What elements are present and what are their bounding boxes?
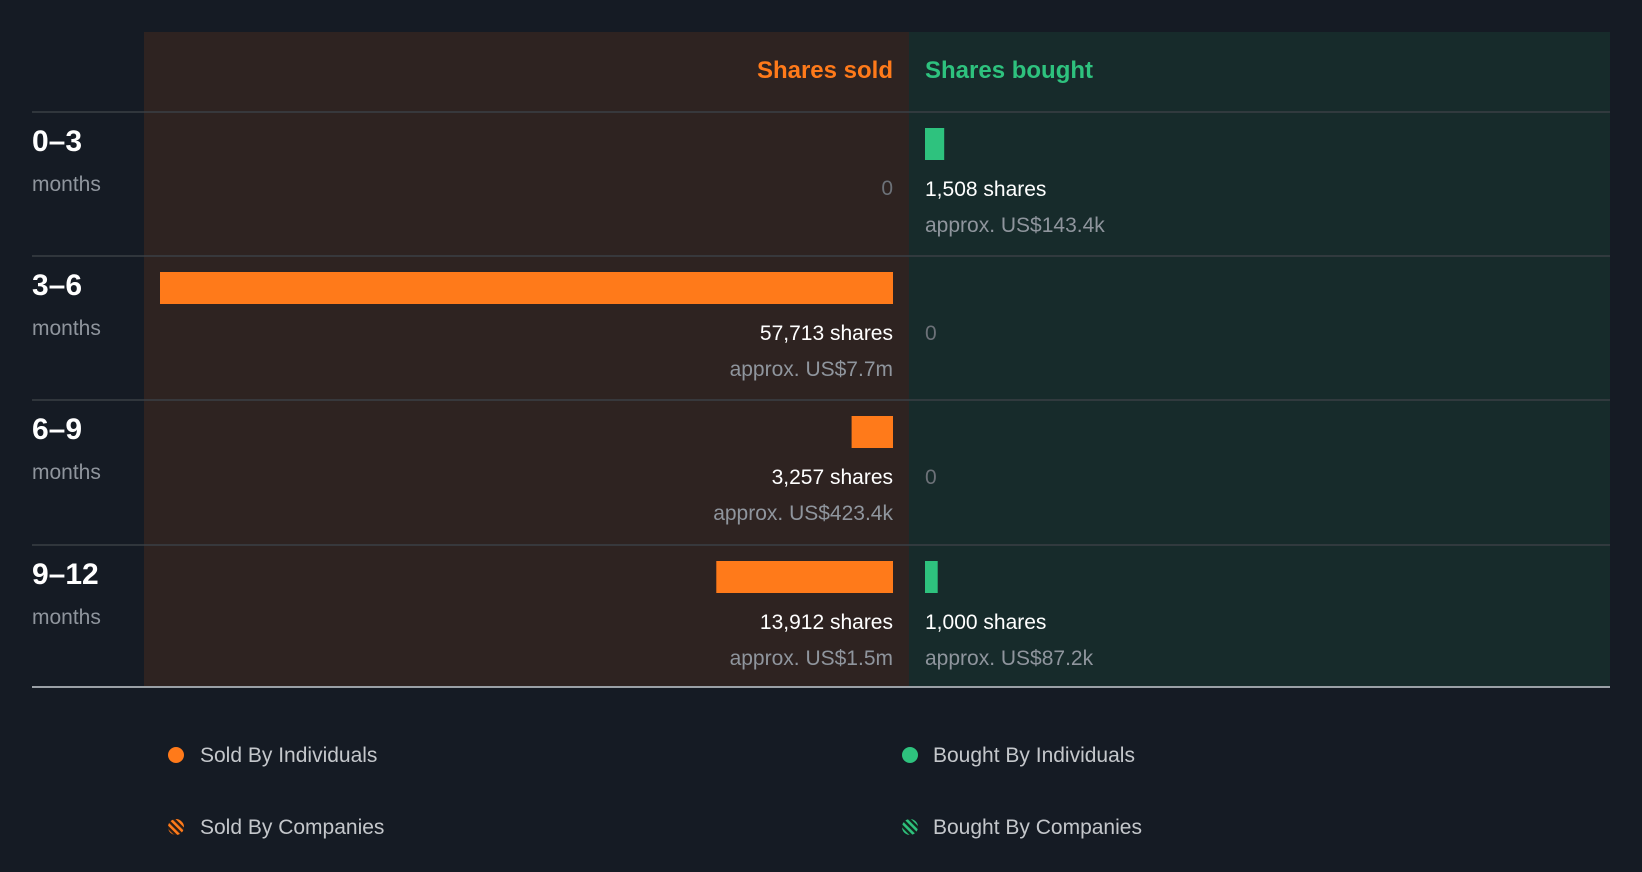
sold-value-label: approx. US$7.7m <box>730 358 893 381</box>
bought-panel <box>909 32 1610 687</box>
bought-value-label: approx. US$87.2k <box>925 647 1094 670</box>
bought-bar-9-12 <box>925 561 938 593</box>
sold-column-header: Shares sold <box>757 57 893 84</box>
period-range-label: 0–3 <box>32 125 82 158</box>
bought-bar-0-3 <box>925 128 945 160</box>
bought-zero-label: 0 <box>925 466 937 489</box>
sold-individuals-legend-marker <box>168 747 184 763</box>
bought-column-header: Shares bought <box>925 57 1093 84</box>
period-unit-label: months <box>32 173 101 196</box>
bought-value-label: approx. US$143.4k <box>925 214 1105 237</box>
sold-shares-label: 13,912 shares <box>760 611 893 634</box>
sold-companies-legend-label: Sold By Companies <box>200 816 384 839</box>
sold-companies-legend-marker <box>168 819 184 835</box>
period-range-label: 6–9 <box>32 413 82 446</box>
period-unit-label: months <box>32 461 101 484</box>
period-unit-label: months <box>32 606 101 629</box>
sold-shares-label: 57,713 shares <box>760 322 893 345</box>
bought-individuals-legend-marker <box>902 747 918 763</box>
bought-shares-label: 1,508 shares <box>925 178 1046 201</box>
sold-value-label: approx. US$1.5m <box>730 647 893 670</box>
sold-shares-label: 3,257 shares <box>772 466 893 489</box>
bought-companies-legend-marker <box>902 819 918 835</box>
insider-trading-chart: Shares sold Shares bought 0–3 months 3–6… <box>32 32 1610 839</box>
sold-individuals-legend-label: Sold By Individuals <box>200 744 377 767</box>
sold-bar-6-9 <box>851 416 893 448</box>
bought-companies-legend-label: Bought By Companies <box>933 816 1142 839</box>
sold-value-label: approx. US$423.4k <box>713 502 893 525</box>
bought-zero-label: 0 <box>925 322 937 345</box>
bought-individuals-legend-label: Bought By Individuals <box>933 744 1135 767</box>
sold-bar-9-12 <box>716 561 893 593</box>
period-range-label: 9–12 <box>32 558 99 591</box>
period-range-label: 3–6 <box>32 269 82 302</box>
sold-bar-3-6 <box>160 272 893 304</box>
sold-zero-label: 0 <box>881 177 893 200</box>
bought-shares-label: 1,000 shares <box>925 611 1046 634</box>
period-unit-label: months <box>32 317 101 340</box>
